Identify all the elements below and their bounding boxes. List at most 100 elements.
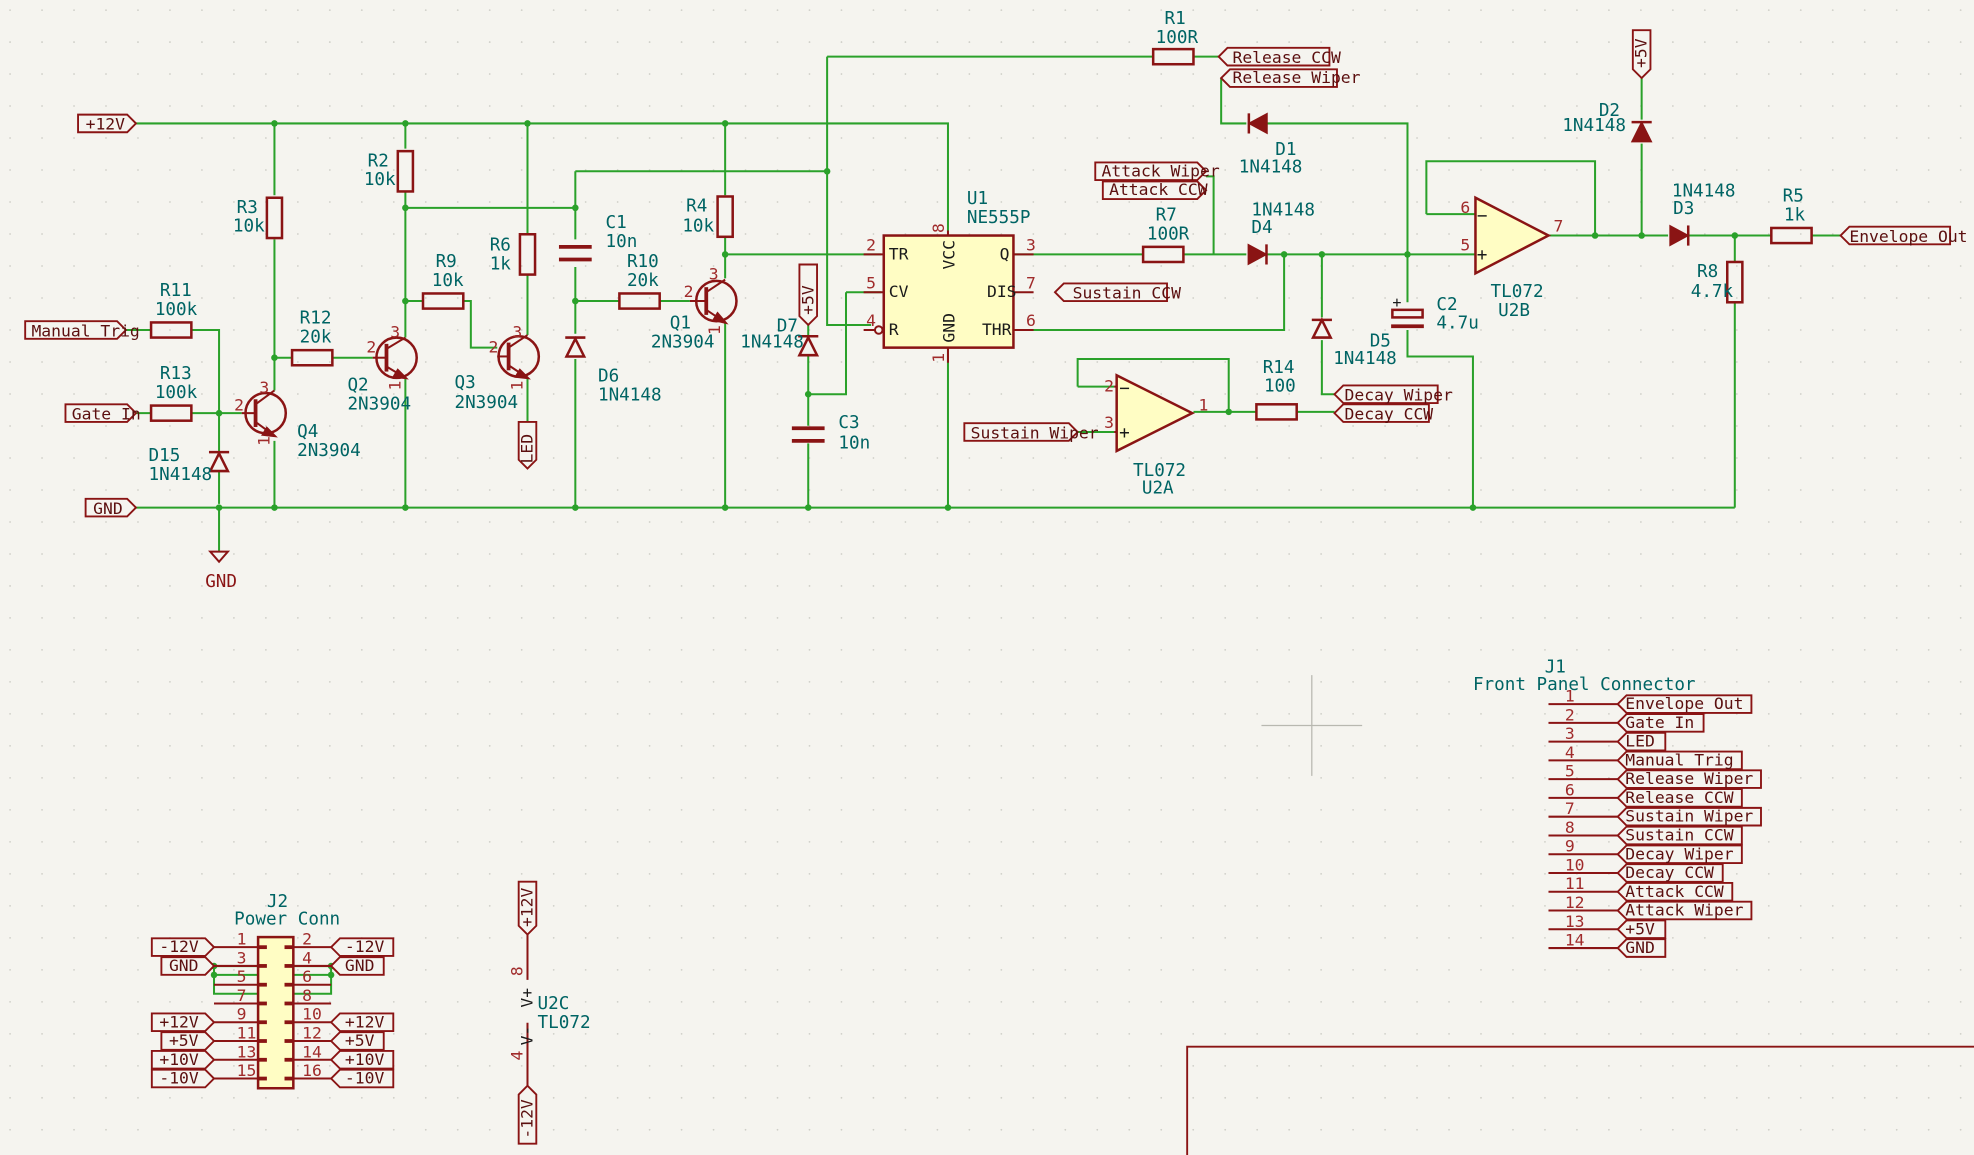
connector-j2-body <box>256 935 295 1090</box>
j1-port-label[interactable]: Decay Wiper <box>1616 844 1743 864</box>
port-decay-wiper[interactable]: Decay Wiper <box>1333 384 1453 405</box>
port-decay-ccw[interactable]: Decay CCW <box>1333 403 1433 423</box>
j1-port-label[interactable]: Envelope Out <box>1616 694 1753 714</box>
svg-text:1: 1 <box>929 353 948 363</box>
j1-port-label[interactable]: +5V <box>1616 919 1667 940</box>
r2-ref: R2 <box>368 151 389 171</box>
j1-port-label[interactable]: Attack Wiper <box>1616 901 1753 921</box>
port-led[interactable]: LED <box>518 421 538 470</box>
j2-pin-number-left: 9 <box>237 1005 247 1024</box>
resistor-r4 <box>716 195 734 239</box>
q4-value: 2N3904 <box>297 441 361 461</box>
j2-pin-number-left: 11 <box>237 1023 257 1042</box>
j2-port-left[interactable]: +12V <box>150 1012 216 1033</box>
port-gate-in[interactable]: Gate In <box>64 403 141 423</box>
svg-text:Attack Wiper: Attack Wiper <box>1625 901 1743 920</box>
resistor-r12 <box>290 348 334 367</box>
svg-text:GND: GND <box>1625 938 1655 957</box>
svg-text:3: 3 <box>709 265 719 284</box>
q3-ref: Q3 <box>454 373 475 393</box>
port-sustain-wiper[interactable]: Sustain Wiper <box>963 422 1099 442</box>
j2-port-right[interactable]: +5V <box>329 1031 385 1051</box>
j2-port-right[interactable]: +10V <box>329 1050 395 1070</box>
svg-text:6: 6 <box>1026 311 1036 330</box>
port-attack-wiper[interactable]: Attack Wiper <box>1094 161 1220 182</box>
port-gnd[interactable]: GND <box>84 497 138 518</box>
port-plus12v[interactable]: +12V <box>77 113 138 134</box>
svg-text:+5V: +5V <box>1632 38 1651 68</box>
c1-value: 10n <box>606 232 638 252</box>
port-sustain-ccw[interactable]: Sustain CCW <box>1053 282 1181 303</box>
j1-port-label[interactable]: Release Wiper <box>1616 769 1762 789</box>
j1-port-label[interactable]: Manual Trig <box>1616 750 1743 771</box>
j1-port-label[interactable]: Sustain CCW <box>1616 825 1743 846</box>
svg-text:Sustain CCW: Sustain CCW <box>1625 825 1733 844</box>
j2-pin-number-right: 14 <box>302 1042 322 1061</box>
port-plus5v-d7[interactable]: +5V <box>798 263 818 327</box>
j1-port-label[interactable]: Attack CCW <box>1616 882 1734 902</box>
port-minus12v-u2c[interactable]: -12V <box>518 1084 538 1145</box>
j2-port-right[interactable]: GND <box>329 956 385 976</box>
port-release-wiper[interactable]: Release Wiper <box>1219 68 1361 88</box>
svg-text:GND: GND <box>345 956 375 975</box>
r1-value: 100R <box>1156 28 1199 48</box>
r4-value: 10k <box>682 217 714 237</box>
u2c-pin-vplus: V+ <box>518 988 537 1008</box>
j2-value: Power Conn <box>234 910 340 930</box>
j2-port-left[interactable]: +5V <box>160 1031 216 1051</box>
j1-port-label[interactable]: Decay CCW <box>1616 863 1724 883</box>
r11-ref: R11 <box>160 281 192 301</box>
j1-pin-number: 10 <box>1565 855 1585 874</box>
svg-text:4: 4 <box>507 1051 526 1061</box>
port-release-ccw[interactable]: Release CCW <box>1217 46 1341 67</box>
port-envelope-out[interactable]: Envelope Out <box>1839 225 1968 246</box>
svg-text:3: 3 <box>390 323 400 342</box>
j1-pin-number: 6 <box>1565 780 1575 799</box>
j2-port-left[interactable]: +10V <box>150 1050 216 1070</box>
c1-ref: C1 <box>606 213 627 233</box>
j1-port-label[interactable]: Gate In <box>1616 713 1705 733</box>
j2-port-right[interactable]: -12V <box>329 937 395 957</box>
j2-port-right[interactable]: +12V <box>329 1012 395 1033</box>
r10-value: 20k <box>627 271 659 291</box>
j1-port-label[interactable]: Sustain Wiper <box>1616 807 1762 827</box>
u2c-value: TL072 <box>538 1013 591 1033</box>
j1-port-label[interactable]: Release CCW <box>1616 788 1743 808</box>
u1-ref: U1 <box>967 189 988 209</box>
j1-port-label[interactable]: LED <box>1616 732 1667 752</box>
svg-text:+5V: +5V <box>798 285 817 315</box>
u1-pin-vcc: VCC <box>939 240 958 270</box>
j1-pin-number: 7 <box>1565 799 1575 818</box>
j1-port-label[interactable]: GND <box>1616 938 1667 958</box>
j2-port-right[interactable]: -10V <box>329 1069 395 1089</box>
svg-text:+5V: +5V <box>1625 919 1655 938</box>
svg-text:-10V: -10V <box>159 1069 199 1088</box>
j1-pin-number: 5 <box>1565 762 1575 781</box>
svg-text:Release Wiper: Release Wiper <box>1232 68 1360 87</box>
port-manual-trig[interactable]: Manual Trig <box>24 320 140 340</box>
svg-text:7: 7 <box>1554 217 1564 236</box>
port-plus12v-u2c[interactable]: +12V <box>518 880 538 936</box>
resistor-r14 <box>1255 403 1298 421</box>
port-plus5v-d2[interactable]: +5V <box>1632 29 1652 80</box>
transistor-q1 <box>689 278 738 325</box>
svg-text:Manual Trig: Manual Trig <box>31 321 139 340</box>
svg-text:1: 1 <box>1199 396 1209 415</box>
r5-ref: R5 <box>1783 187 1804 207</box>
resistor-r13 <box>149 404 193 422</box>
j2-port-left[interactable]: -10V <box>150 1069 216 1089</box>
j2-pin-number-right: 6 <box>302 967 312 986</box>
diode-d2 <box>1630 120 1653 143</box>
j2-port-left[interactable]: -12V <box>150 937 216 957</box>
c2-ref: C2 <box>1436 295 1457 315</box>
u2a-ref: U2A <box>1142 479 1174 499</box>
u1-pin-gnd: GND <box>939 313 958 343</box>
d7-value: 1N4148 <box>740 333 804 353</box>
j2-port-left[interactable]: GND <box>160 956 216 976</box>
port-attack-ccw[interactable]: Attack CCW <box>1101 180 1208 200</box>
transistor-q2 <box>372 336 418 380</box>
r14-value: 100 <box>1264 377 1296 397</box>
svg-text:+5V: +5V <box>169 1031 199 1050</box>
r9-value: 10k <box>432 271 464 291</box>
r6-value: 1k <box>490 255 512 275</box>
